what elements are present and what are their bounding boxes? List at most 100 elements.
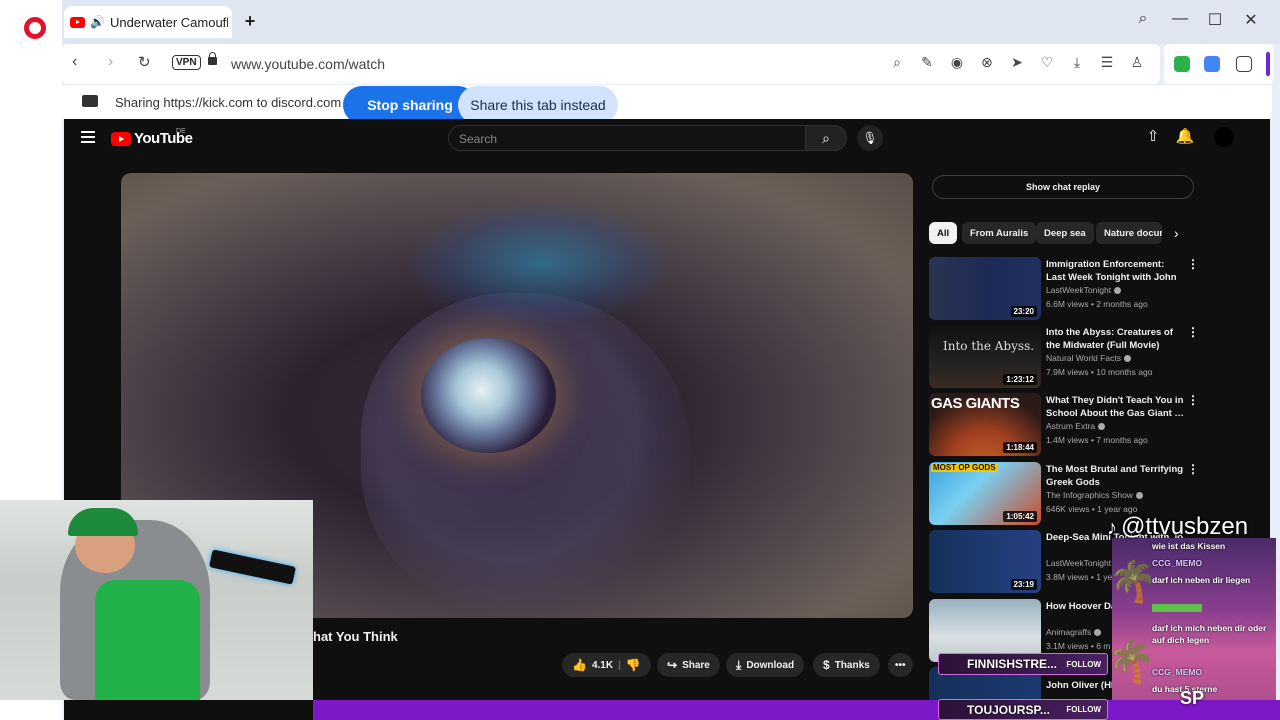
recommendation-title[interactable]: The Most Brutal and Terrifying Greek God… <box>1046 463 1184 489</box>
thumbnail[interactable]: Into the Abyss. 1:23:12 <box>929 325 1041 388</box>
recommendation-title[interactable]: Immigration Enforcement: Last Week Tonig… <box>1046 258 1184 284</box>
url-field[interactable]: www.youtube.com/watch <box>231 56 385 72</box>
thumbnail-text: GAS GIANTS <box>931 395 1020 412</box>
more-vert-icon[interactable]: ⋮ <box>1187 257 1199 271</box>
thumbnail[interactable]: GAS GIANTS 1:18:44 <box>929 393 1041 456</box>
thumbs-up-icon: 👍 <box>572 658 587 672</box>
search-tabs-icon[interactable]: ⌕ <box>1131 10 1155 28</box>
tab-strip: 🔊 Underwater Camoufla + ⌕ — ☐ ✕ <box>62 0 1280 44</box>
like-count: 4.1K <box>591 659 614 671</box>
extensions-cube-icon[interactable] <box>1236 56 1252 72</box>
reload-button[interactable]: ↻ <box>138 53 151 71</box>
download-button[interactable]: ⤓ Download <box>726 653 805 677</box>
lock-icon[interactable] <box>208 52 217 65</box>
send-icon[interactable]: ➤ <box>1007 54 1027 71</box>
more-vert-icon[interactable]: ⋮ <box>1187 462 1199 476</box>
search-button[interactable]: ⌕ <box>805 125 847 151</box>
chip-all[interactable]: All <box>929 222 958 244</box>
translate-icon[interactable] <box>1204 56 1220 72</box>
chat-username-redacted <box>1152 604 1202 612</box>
channel-name[interactable]: Animagraffs <box>1046 627 1102 637</box>
zoom-search-icon[interactable]: ⌕ <box>887 54 907 71</box>
more-vert-icon[interactable]: ⋮ <box>1187 325 1199 339</box>
thumbnail[interactable]: MOST OP GODS 1:05:42 <box>929 462 1041 525</box>
like-button[interactable]: 👍 4.1K | 👎 <box>562 653 651 677</box>
extension-green-icon[interactable] <box>1174 56 1190 72</box>
sidebar-indicator <box>1266 52 1270 76</box>
heart-icon[interactable]: ♡ <box>1037 54 1057 71</box>
easy-setup-icon[interactable]: ☰ <box>1097 54 1117 71</box>
tab-youtube[interactable]: 🔊 Underwater Camoufla <box>64 6 232 38</box>
tab-title: Underwater Camoufla <box>109 14 228 30</box>
share-button[interactable]: ↪ Share <box>657 653 720 677</box>
verified-icon <box>1094 629 1102 637</box>
recommendation-item[interactable]: 23:20 Immigration Enforcement: Last Week… <box>929 257 1199 321</box>
channel-label: Animagraffs <box>1046 627 1092 637</box>
thumbs-down-icon[interactable]: 👎 <box>626 658 641 672</box>
sp-logo: SP <box>1180 688 1205 708</box>
notifications-bell-icon[interactable]: 🔔 <box>1174 127 1196 145</box>
chevron-right-icon[interactable]: › <box>1174 225 1179 241</box>
channel-name[interactable]: The Infographics Show <box>1046 490 1143 500</box>
chat-username: CCG_MEMO <box>1152 558 1203 568</box>
webcam-overlay <box>0 500 313 700</box>
follow-label: FOLLOW <box>1066 705 1101 714</box>
close-window-button[interactable]: ✕ <box>1239 10 1263 30</box>
thumbnail-text: Into the Abyss. <box>943 339 1035 353</box>
download-label: Download <box>746 659 795 671</box>
video-meta: 6.6M views • 2 months ago <box>1046 299 1148 309</box>
forward-button[interactable]: › <box>108 53 113 71</box>
share-icon: ↪ <box>667 658 678 672</box>
more-actions-button[interactable]: ••• <box>888 653 913 677</box>
channel-label: The Infographics Show <box>1046 490 1133 500</box>
follower-name: TOUJOURSP... <box>967 702 1050 717</box>
duration-badge: 1:23:12 <box>1003 374 1037 385</box>
show-chat-replay-button[interactable]: Show chat replay <box>932 175 1194 199</box>
thanks-button[interactable]: $ Thanks <box>813 653 880 677</box>
edit-icon[interactable]: ✎ <box>917 54 937 71</box>
minimize-button[interactable]: — <box>1168 10 1192 28</box>
profile-icon[interactable]: ♙ <box>1127 54 1147 71</box>
video-meta: 3.1M views • 6 m <box>1046 641 1111 651</box>
channel-name[interactable]: Astrum Extra <box>1046 421 1106 431</box>
follower-name: FINNISHSTRE... <box>967 657 1058 671</box>
thanks-label: Thanks <box>834 659 870 671</box>
search-input[interactable] <box>449 126 805 152</box>
stream-bottom-bar <box>313 700 1280 720</box>
palm-tree-icon: 🌴 <box>1112 560 1158 604</box>
video-meta: 1.4M views • 7 months ago <box>1046 435 1148 445</box>
download-icon[interactable]: ⤓ <box>1067 54 1087 71</box>
recommendation-title[interactable]: What They Didn't Teach You in School Abo… <box>1046 394 1184 420</box>
duration-badge: 23:19 <box>1010 579 1037 590</box>
thumbnail[interactable]: 23:19 <box>929 530 1041 593</box>
adblock-icon[interactable]: ⊗ <box>977 54 997 71</box>
hamburger-menu-icon[interactable] <box>81 131 95 146</box>
recommendation-item[interactable]: GAS GIANTS 1:18:44 What They Didn't Teac… <box>929 393 1199 457</box>
sharing-bar: Sharing https://kick.com to discord.com … <box>62 85 1272 124</box>
avatar[interactable] <box>1214 127 1234 147</box>
channel-name[interactable]: LastWeekTonight <box>1046 558 1111 568</box>
more-vert-icon[interactable]: ⋮ <box>1187 393 1199 407</box>
chip-from-auralis[interactable]: From Auralis <box>962 222 1037 244</box>
camera-icon[interactable]: ◉ <box>947 54 967 71</box>
recommendation-title[interactable]: Into the Abyss: Creatures of the Midwate… <box>1046 326 1184 352</box>
chip-deep-sea[interactable]: Deep sea <box>1036 222 1094 244</box>
recommendation-item[interactable]: Into the Abyss. 1:23:12 Into the Abyss: … <box>929 325 1199 389</box>
channel-name[interactable]: Natural World Facts <box>1046 353 1131 363</box>
upload-icon[interactable]: ⇧ <box>1142 127 1164 145</box>
new-tab-button[interactable]: + <box>240 11 260 31</box>
channel-name[interactable]: LastWeekTonight <box>1046 285 1122 295</box>
video-frame-glow <box>411 203 671 323</box>
thanks-icon: $ <box>823 658 830 672</box>
back-button[interactable]: ‹ <box>72 53 77 71</box>
chat-message: darf ich neben dir liegen <box>1152 575 1251 585</box>
opera-logo-icon[interactable] <box>24 17 46 39</box>
microphone-icon[interactable]: 🎙 <box>857 125 883 151</box>
thumbnail[interactable]: 23:20 <box>929 257 1041 320</box>
speaker-icon[interactable]: 🔊 <box>90 15 105 29</box>
chat-message: wie ist das Kissen <box>1152 541 1226 551</box>
verified-icon <box>1114 287 1122 295</box>
chip-nature-documentary[interactable]: Nature docum <box>1096 222 1162 244</box>
maximize-button[interactable]: ☐ <box>1203 10 1227 30</box>
vpn-badge[interactable]: VPN <box>172 55 201 70</box>
